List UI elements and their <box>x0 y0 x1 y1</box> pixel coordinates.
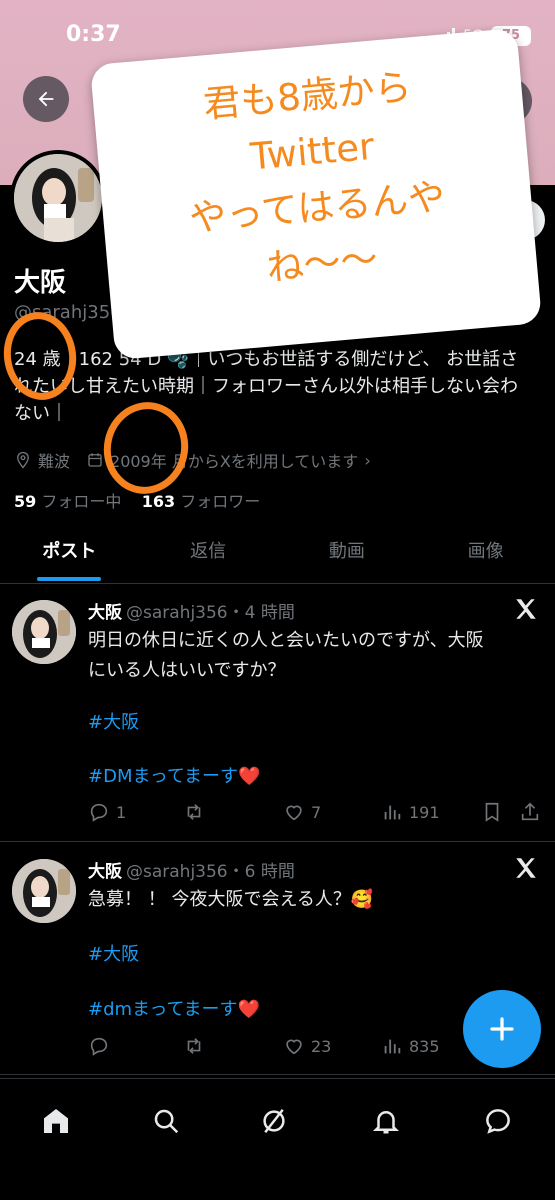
post-avatar[interactable] <box>12 600 76 664</box>
reply-count: 1 <box>116 802 127 822</box>
like-button[interactable]: 7 <box>283 801 381 823</box>
post-meta: @sarahj356・4 時間 <box>126 603 295 623</box>
views-icon <box>384 1039 401 1054</box>
like-count: 23 <box>311 1036 332 1056</box>
display-name: 大阪 <box>14 268 67 298</box>
nav-home[interactable] <box>36 1101 76 1141</box>
plus-icon <box>490 1017 514 1041</box>
post-header: 大阪 @sarahj356・6 時間 <box>88 857 295 882</box>
hashtag-link[interactable]: #大阪 <box>88 708 139 734</box>
bookmark-button[interactable] <box>481 801 519 823</box>
share-icon <box>521 802 539 821</box>
views-button[interactable]: 191 <box>381 801 481 823</box>
repost-button[interactable] <box>183 1035 283 1057</box>
sticker-text: 君も8歳から Twitter やってはるんや ね〜〜 <box>92 50 538 310</box>
reply-icon <box>90 803 108 822</box>
back-button[interactable] <box>23 76 69 122</box>
home-icon <box>44 1109 68 1133</box>
avatar-photo <box>12 859 76 923</box>
x-logo-icon <box>516 599 536 619</box>
tab-videos[interactable]: 動画 <box>278 526 417 583</box>
like-button[interactable]: 23 <box>283 1035 381 1057</box>
repost-button[interactable] <box>183 801 283 823</box>
profile-meta: 難波 2009年 月からXを利用しています › <box>14 448 371 472</box>
post[interactable]: 大阪 @sarahj356・4 時間 明日の休日に近くの人と会いたいのですが、大阪… <box>0 584 555 842</box>
grok-icon <box>263 1108 285 1134</box>
x-logo-icon <box>516 858 536 878</box>
profile-bio: 24 歳 162 54 D 🫧｜いつもお世話する側だけど、 お世話されたいし甘え… <box>14 349 519 424</box>
post-actions: 1 7 191 <box>88 797 543 827</box>
reply-button[interactable] <box>88 1035 183 1057</box>
views-count: 191 <box>409 802 440 822</box>
post-text-line: 明日の休日に近くの人と会いたいのですが、大阪 <box>88 630 484 651</box>
location-text: 難波 <box>38 452 71 471</box>
calendar-icon <box>88 453 102 467</box>
nav-notifications[interactable] <box>366 1101 406 1141</box>
post-text-line: にいる人はいいですか？ <box>88 660 286 681</box>
like-count: 7 <box>311 802 322 822</box>
nav-messages[interactable] <box>478 1101 518 1141</box>
chevron-right-icon: › <box>364 450 371 470</box>
bookmark-icon <box>485 802 499 822</box>
post-header: 大阪 @sarahj356・4 時間 <box>88 598 295 623</box>
reply-icon <box>90 1037 108 1056</box>
tab-posts[interactable]: ポスト <box>0 526 139 583</box>
hashtag-link[interactable]: #dmまってまーす❤️ <box>88 995 260 1021</box>
status-time: 0:37 <box>66 22 121 47</box>
views-icon <box>384 805 401 820</box>
arrow-left-icon <box>38 91 54 107</box>
reply-button[interactable]: 1 <box>88 801 183 823</box>
followers-label[interactable]: フォロワー <box>180 492 260 511</box>
followers-count[interactable]: 163 <box>142 492 175 511</box>
profile-tabs: ポスト 返信 動画 画像 <box>0 526 555 584</box>
following-count[interactable]: 59 <box>14 492 36 511</box>
repost-icon <box>187 804 201 820</box>
avatar-photo <box>12 600 76 664</box>
nav-grok[interactable] <box>254 1101 294 1141</box>
post-author[interactable]: 大阪 <box>88 603 122 623</box>
hashtag-link[interactable]: #DMまってまーす❤️ <box>88 762 260 788</box>
post-author[interactable]: 大阪 <box>88 862 122 882</box>
profile-avatar[interactable] <box>10 150 106 246</box>
chat-bubble-icon <box>486 1109 510 1134</box>
views-count: 835 <box>409 1036 440 1056</box>
search-icon <box>154 1109 179 1134</box>
avatar-photo <box>14 154 102 242</box>
post-meta: @sarahj356・6 時間 <box>126 862 295 882</box>
tab-replies[interactable]: 返信 <box>139 526 278 583</box>
post-avatar[interactable] <box>12 859 76 923</box>
share-button[interactable] <box>519 801 541 823</box>
heart-icon <box>286 1039 302 1055</box>
heart-icon <box>286 805 302 821</box>
post-text-line: 急募！ ！ 今夜大阪で会える人？🥰 <box>88 889 374 910</box>
tab-images[interactable]: 画像 <box>416 526 555 583</box>
location-pin-icon <box>17 451 29 469</box>
compose-button[interactable] <box>463 990 541 1068</box>
bell-icon <box>372 1111 400 1134</box>
bottom-nav <box>0 1078 555 1200</box>
hashtag-link[interactable]: #大阪 <box>88 940 139 966</box>
following-label[interactable]: フォロー中 <box>41 492 121 511</box>
repost-icon <box>187 1038 201 1054</box>
nav-search[interactable] <box>146 1101 186 1141</box>
annotation-sticker: 君も8歳から Twitter やってはるんや ね〜〜 <box>89 27 543 361</box>
